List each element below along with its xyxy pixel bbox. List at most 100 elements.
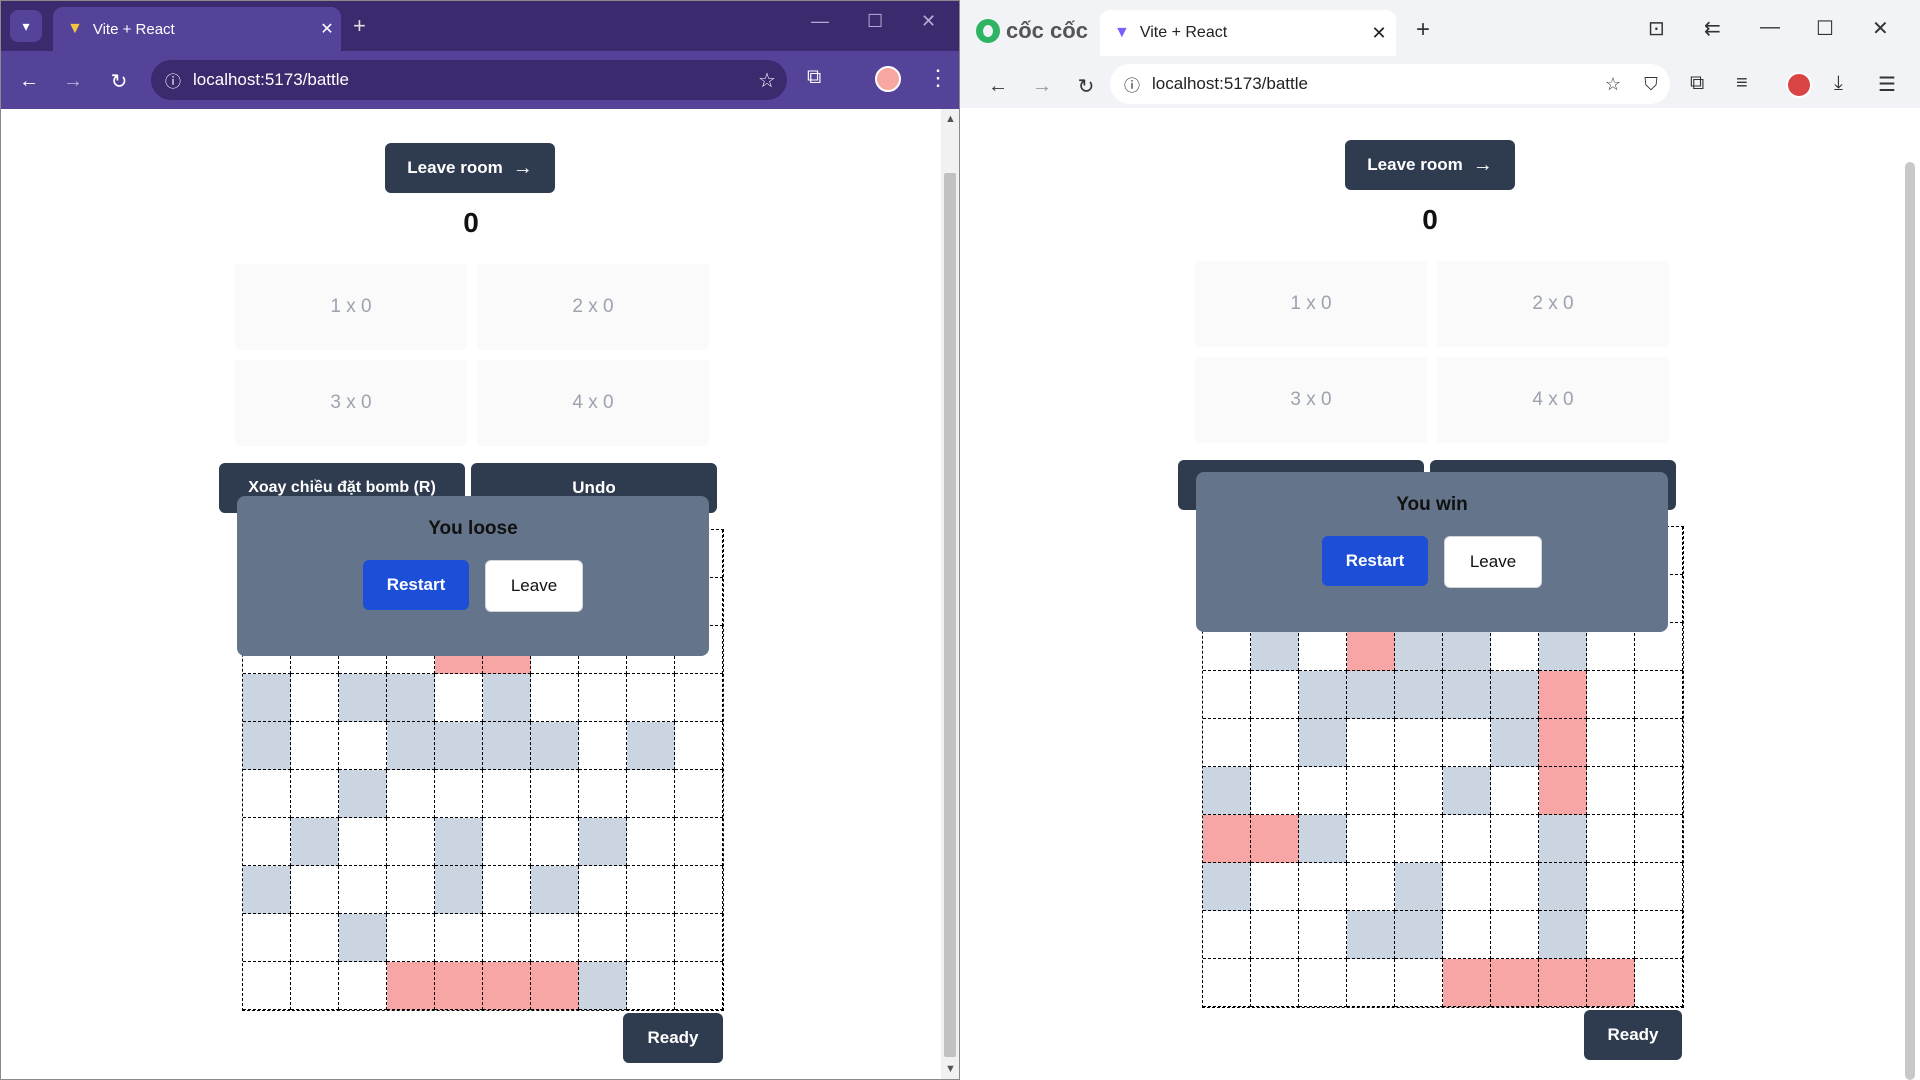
- board-cell[interactable]: [483, 674, 531, 722]
- board-cell[interactable]: [1203, 815, 1251, 863]
- board-cell[interactable]: [627, 962, 675, 1010]
- maximize-icon[interactable]: ☐: [1816, 16, 1834, 41]
- board-cell[interactable]: [579, 674, 627, 722]
- leave-room-button[interactable]: Leave room →: [385, 143, 555, 193]
- board-cell[interactable]: [1635, 719, 1683, 767]
- board-cell[interactable]: [1635, 671, 1683, 719]
- close-icon[interactable]: ✕: [313, 19, 341, 39]
- close-window-icon[interactable]: ✕: [1872, 16, 1889, 41]
- board-cell[interactable]: [1587, 863, 1635, 911]
- board-cell[interactable]: [243, 674, 291, 722]
- board-cell[interactable]: [1251, 815, 1299, 863]
- board-cell[interactable]: [1251, 719, 1299, 767]
- avatar[interactable]: [875, 66, 901, 92]
- board-cell[interactable]: [627, 722, 675, 770]
- board-cell[interactable]: [1299, 767, 1347, 815]
- board-cell[interactable]: [1299, 863, 1347, 911]
- board-cell[interactable]: [1587, 767, 1635, 815]
- restart-button[interactable]: Restart: [363, 560, 469, 610]
- board-cell[interactable]: [579, 770, 627, 818]
- board-cell[interactable]: [387, 914, 435, 962]
- playlist-icon[interactable]: ≡: [1736, 72, 1748, 95]
- board-cell[interactable]: [387, 866, 435, 914]
- leave-room-button[interactable]: Leave room →: [1345, 140, 1515, 190]
- menu-icon[interactable]: ☰: [1878, 72, 1896, 97]
- board-cell[interactable]: [531, 866, 579, 914]
- ship-option[interactable]: 2 x 0: [477, 264, 709, 350]
- ship-option[interactable]: 4 x 0: [1437, 357, 1669, 443]
- scrollbar-thumb[interactable]: [944, 173, 956, 1057]
- board-cell[interactable]: [243, 962, 291, 1010]
- board-cell[interactable]: [531, 914, 579, 962]
- back-icon[interactable]: ←: [984, 72, 1012, 100]
- board-cell[interactable]: [1251, 671, 1299, 719]
- avatar[interactable]: [1786, 72, 1812, 98]
- board-cell[interactable]: [531, 722, 579, 770]
- board-cell[interactable]: [579, 866, 627, 914]
- board-cell[interactable]: [1491, 767, 1539, 815]
- scroll-up-icon[interactable]: ▲: [945, 113, 956, 125]
- board-cell[interactable]: [627, 866, 675, 914]
- board-cell[interactable]: [1299, 719, 1347, 767]
- board-cell[interactable]: [579, 818, 627, 866]
- board-cell[interactable]: [339, 770, 387, 818]
- board-cell[interactable]: [1395, 815, 1443, 863]
- board-cell[interactable]: [291, 722, 339, 770]
- board-cell[interactable]: [1443, 863, 1491, 911]
- ship-option[interactable]: 4 x 0: [477, 360, 709, 446]
- board-cell[interactable]: [627, 818, 675, 866]
- close-icon[interactable]: ✕: [1362, 23, 1396, 44]
- board-cell[interactable]: [675, 674, 723, 722]
- board-cell[interactable]: [339, 914, 387, 962]
- board-cell[interactable]: [1635, 959, 1683, 1007]
- board-cell[interactable]: [291, 914, 339, 962]
- board-cell[interactable]: [1635, 767, 1683, 815]
- star-icon[interactable]: ☆: [1594, 74, 1632, 95]
- board-cell[interactable]: [1491, 671, 1539, 719]
- board-cell[interactable]: [531, 674, 579, 722]
- minimize-icon[interactable]: —: [1760, 16, 1780, 39]
- board-cell[interactable]: [1395, 767, 1443, 815]
- board-cell[interactable]: [1299, 911, 1347, 959]
- board-cell[interactable]: [387, 674, 435, 722]
- minimize-icon[interactable]: —: [811, 11, 829, 32]
- board-cell[interactable]: [1251, 767, 1299, 815]
- board-cell[interactable]: [1491, 911, 1539, 959]
- board-cell[interactable]: [291, 770, 339, 818]
- board-cell[interactable]: [1347, 671, 1395, 719]
- board-cell[interactable]: [1491, 863, 1539, 911]
- reload-icon[interactable]: ↻: [105, 67, 133, 95]
- board-cell[interactable]: [483, 818, 531, 866]
- board-cell[interactable]: [627, 770, 675, 818]
- board-cell[interactable]: [1491, 959, 1539, 1007]
- board-cell[interactable]: [435, 818, 483, 866]
- board-cell[interactable]: [1299, 815, 1347, 863]
- board-cell[interactable]: [387, 770, 435, 818]
- extensions-icon[interactable]: ⧉: [807, 66, 821, 89]
- board-cell[interactable]: [1539, 815, 1587, 863]
- board-cell[interactable]: [339, 674, 387, 722]
- board-cell[interactable]: [1539, 863, 1587, 911]
- ship-option[interactable]: 1 x 0: [1195, 261, 1427, 347]
- info-icon[interactable]: ⓘ: [165, 68, 181, 92]
- board-cell[interactable]: [243, 914, 291, 962]
- maximize-icon[interactable]: ☐: [867, 11, 883, 32]
- board-cell[interactable]: [1635, 863, 1683, 911]
- board-cell[interactable]: [1395, 719, 1443, 767]
- board-cell[interactable]: [483, 722, 531, 770]
- board-cell[interactable]: [1539, 719, 1587, 767]
- board-cell[interactable]: [1347, 767, 1395, 815]
- board-cell[interactable]: [483, 914, 531, 962]
- board-cell[interactable]: [243, 722, 291, 770]
- browser-tab[interactable]: ▼ Vite + React ✕: [1100, 10, 1396, 56]
- tab-search-icon[interactable]: ▾: [10, 10, 42, 42]
- board-cell[interactable]: [1443, 959, 1491, 1007]
- board-cell[interactable]: [1587, 911, 1635, 959]
- info-icon[interactable]: ⓘ: [1124, 72, 1140, 96]
- board-cell[interactable]: [1347, 815, 1395, 863]
- ship-option[interactable]: 3 x 0: [235, 360, 467, 446]
- scroll-down-icon[interactable]: ▼: [945, 1063, 956, 1075]
- board-cell[interactable]: [339, 962, 387, 1010]
- board-cell[interactable]: [243, 818, 291, 866]
- board-cell[interactable]: [387, 818, 435, 866]
